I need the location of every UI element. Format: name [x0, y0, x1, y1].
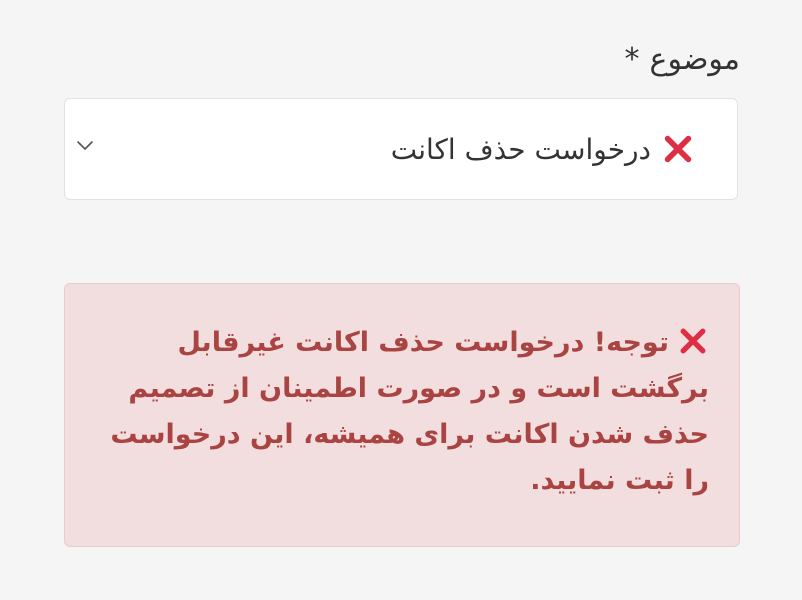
cross-mark-icon [664, 135, 692, 163]
chevron-down-icon[interactable] [75, 135, 95, 155]
cross-mark-icon [680, 328, 706, 354]
alert-content: توجه! درخواست حذف اکانت غیرقابل برگشت اس… [105, 320, 709, 504]
subject-label: موضوع * [625, 38, 740, 82]
subject-select-text: درخواست حذف اکانت [390, 132, 651, 166]
subject-select[interactable]: درخواست حذف اکانت [64, 98, 738, 200]
alert-message: توجه! درخواست حذف اکانت غیرقابل برگشت اس… [110, 327, 709, 496]
subject-label-text: موضوع [649, 42, 740, 77]
warning-alert: توجه! درخواست حذف اکانت غیرقابل برگشت اس… [64, 283, 740, 547]
required-asterisk: * [624, 42, 640, 77]
subject-select-value: درخواست حذف اکانت [391, 99, 695, 199]
